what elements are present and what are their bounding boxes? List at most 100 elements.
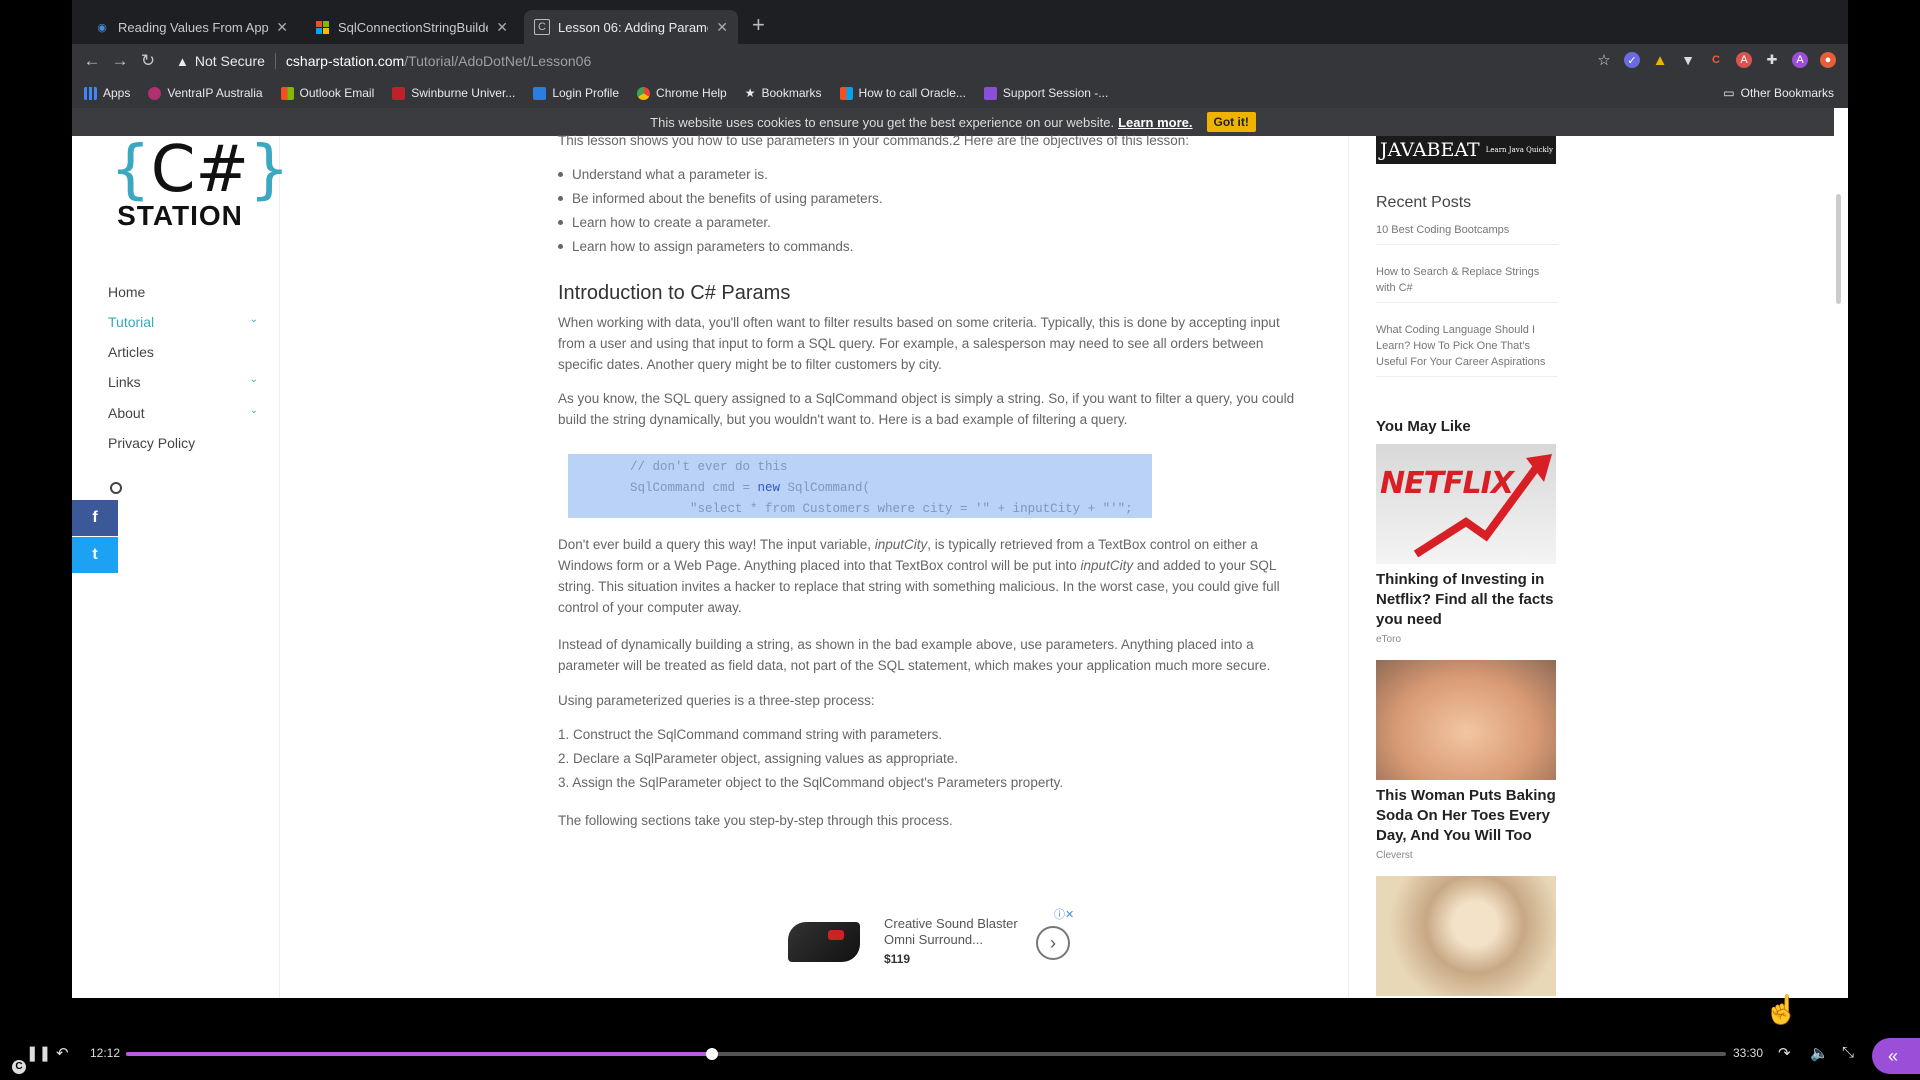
learn-more-link[interactable]: Learn more.	[1118, 115, 1192, 130]
folder-icon: ▭	[1723, 86, 1735, 100]
recent-post-link[interactable]: How to Search & Replace Strings with C#	[1376, 264, 1558, 303]
tab-reading-values[interactable]: ◉ Reading Values From Appsettin ✕	[84, 10, 298, 44]
hand-cursor-icon: ☝	[1764, 994, 1799, 1025]
support-icon	[983, 86, 997, 100]
list-item: Understand what a parameter is.	[558, 164, 1298, 188]
csharp-favicon-icon: C	[534, 19, 550, 35]
extensions-area: ☆ ✓ ▲ ▼ C A ✚ A ●	[1596, 52, 1836, 69]
divider	[1348, 136, 1349, 998]
browser-window: ◉ Reading Values From Appsettin ✕ SqlCon…	[72, 0, 1848, 998]
tab-sqlconnection[interactable]: SqlConnectionStringBuilder Cl ✕	[304, 10, 518, 44]
apps-icon	[84, 86, 97, 100]
code-block[interactable]: // don't ever do this SqlCommand cmd = n…	[568, 454, 1152, 518]
menu-articles[interactable]: Articles	[108, 344, 258, 360]
recent-post-link[interactable]: What Coding Language Should I Learn? How…	[1376, 322, 1558, 377]
twitter-icon[interactable]: t	[72, 537, 118, 573]
chevron-down-icon: ⌄	[249, 374, 258, 385]
web-page: {C#} STATION Home Tutorial ⌄ Articles Lin…	[72, 133, 1848, 998]
cookie-text: This website uses cookies to ensure you …	[650, 114, 1115, 130]
ad-close-icon[interactable]: ⓘ✕	[1054, 906, 1074, 922]
progress-track[interactable]	[126, 1048, 1726, 1060]
forward-icon[interactable]: ↷	[1778, 1044, 1791, 1062]
warning-icon: ▲	[176, 53, 189, 69]
extension-icon[interactable]: ✓	[1624, 52, 1640, 68]
new-tab-icon[interactable]: +	[752, 12, 765, 38]
list-item: 2. Declare a SqlParameter object, assign…	[558, 751, 958, 766]
captions-icon[interactable]: C	[12, 1060, 26, 1074]
volume-icon[interactable]: 🔈	[1810, 1044, 1829, 1062]
close-icon[interactable]: ✕	[716, 19, 728, 36]
menu-links[interactable]: Links ⌄	[108, 374, 258, 390]
facebook-icon[interactable]: f	[72, 500, 118, 536]
recent-post-link[interactable]: 10 Best Coding Bootcamps	[1376, 222, 1558, 245]
pause-icon[interactable]: ❚❚	[26, 1044, 51, 1062]
intro-text: This lesson shows you how to use paramet…	[558, 133, 1190, 148]
section-heading: Introduction to C# Params	[558, 282, 791, 304]
chevron-right-icon[interactable]: ›	[1036, 926, 1070, 960]
menu-about[interactable]: About ⌄	[108, 405, 258, 421]
video-player-controls: ❚❚ ↶ 12:12 33:30 ↷ 🔈 ⤡ «	[0, 1030, 1920, 1074]
card-title[interactable]: This Woman Puts Baking Soda On Her Toes …	[1376, 786, 1560, 846]
got-it-button[interactable]: Got it!	[1206, 112, 1256, 132]
video-stage: ◉ Reading Values From Appsettin ✕ SqlCon…	[0, 0, 1920, 1080]
microsoft-icon	[280, 86, 294, 100]
reload-icon[interactable]: ↻	[134, 51, 162, 71]
tab-strip: ◉ Reading Values From Appsettin ✕ SqlCon…	[72, 0, 1848, 44]
a-extension-icon[interactable]: A	[1736, 52, 1752, 68]
other-bookmarks[interactable]: ▭ Other Bookmarks	[1723, 86, 1834, 100]
bookmark-login-profile[interactable]: Login Profile	[533, 86, 619, 100]
bookmark-apps[interactable]: Apps	[84, 86, 130, 100]
scrollbar[interactable]	[1836, 194, 1841, 304]
menu-tutorial[interactable]: Tutorial ⌄	[108, 314, 258, 330]
site-logo[interactable]: {C#} STATION	[110, 138, 290, 230]
tab-lesson06[interactable]: C Lesson 06: Adding Parameters ✕	[524, 10, 738, 44]
browser-toolbar: ← → ↻ ▲ Not Secure csharp-station.com/Tu…	[72, 44, 1848, 78]
avatar[interactable]: A	[1792, 52, 1808, 68]
star-icon: ★	[744, 86, 756, 100]
menu-privacy-policy[interactable]: Privacy Policy	[108, 435, 258, 451]
expand-panel-button[interactable]: «	[1872, 1038, 1920, 1074]
arrow-up-icon	[1413, 454, 1552, 558]
card-title[interactable]: Thinking of Investing in Netflix? Find a…	[1376, 570, 1560, 630]
close-icon[interactable]: ✕	[496, 19, 508, 36]
search-icon[interactable]	[110, 482, 122, 494]
elapsed-time: 12:12	[90, 1046, 121, 1060]
warning-extension-icon[interactable]: ▲	[1652, 52, 1668, 69]
woman-image[interactable]	[1376, 876, 1556, 996]
javabeat-banner[interactable]: JAVABEAT Learn Java Quickly and Easily!	[1376, 136, 1556, 182]
close-icon[interactable]: ✕	[276, 19, 288, 36]
chevron-down-icon: ⌄	[249, 405, 258, 416]
bookmark-bookmarks[interactable]: ★ Bookmarks	[745, 86, 822, 100]
progress-fill	[126, 1052, 712, 1056]
collapse-icon[interactable]: ⤡	[1842, 1044, 1854, 1061]
rewind-icon[interactable]: ↶	[56, 1044, 69, 1062]
forward-icon[interactable]: →	[106, 51, 134, 71]
menu-home[interactable]: Home	[108, 284, 258, 300]
ad-price: $119	[884, 952, 911, 966]
progress-handle[interactable]	[705, 1048, 718, 1060]
back-icon[interactable]: ←	[78, 51, 106, 71]
feet-image[interactable]	[1376, 660, 1556, 780]
list-item: 1. Construct the SqlCommand command stri…	[558, 727, 943, 742]
microsoft-icon	[314, 19, 330, 35]
puzzle-icon[interactable]: ✚	[1764, 52, 1780, 68]
swinburne-icon	[392, 86, 406, 100]
you-may-like-heading: You May Like	[1376, 418, 1471, 435]
paragraph: When working with data, you'll often wan…	[558, 315, 1280, 372]
bookmark-swinburne[interactable]: Swinburne Univer...	[392, 86, 515, 100]
c-extension-icon[interactable]: C	[1708, 52, 1724, 68]
netflix-image[interactable]: NETFLIX	[1376, 444, 1556, 564]
bookmark-outlook[interactable]: Outlook Email	[280, 86, 374, 100]
bookmark-chrome-help[interactable]: Chrome Help	[637, 86, 727, 100]
bookmarks-bar: Apps VentraIP Australia Outlook Email Sw…	[72, 78, 1848, 108]
star-icon[interactable]: ☆	[1596, 52, 1612, 69]
bookmark-ventraip[interactable]: VentraIP Australia	[148, 86, 263, 100]
menu-icon[interactable]: ●	[1820, 52, 1836, 68]
vue-extension-icon[interactable]: ▼	[1680, 52, 1696, 68]
bookmark-oracle[interactable]: How to call Oracle...	[839, 86, 966, 100]
product-ad[interactable]: Creative Sound Blaster Omni Surround... …	[788, 906, 1088, 976]
url-path: /Tutorial/AdoDotNet/Lesson06	[404, 53, 592, 69]
address-bar[interactable]: ▲ Not Secure csharp-station.com/Tutorial…	[176, 48, 1706, 74]
list-item: 3. Assign the SqlParameter object to the…	[558, 775, 1064, 790]
bookmark-support-session[interactable]: Support Session -...	[983, 86, 1108, 100]
